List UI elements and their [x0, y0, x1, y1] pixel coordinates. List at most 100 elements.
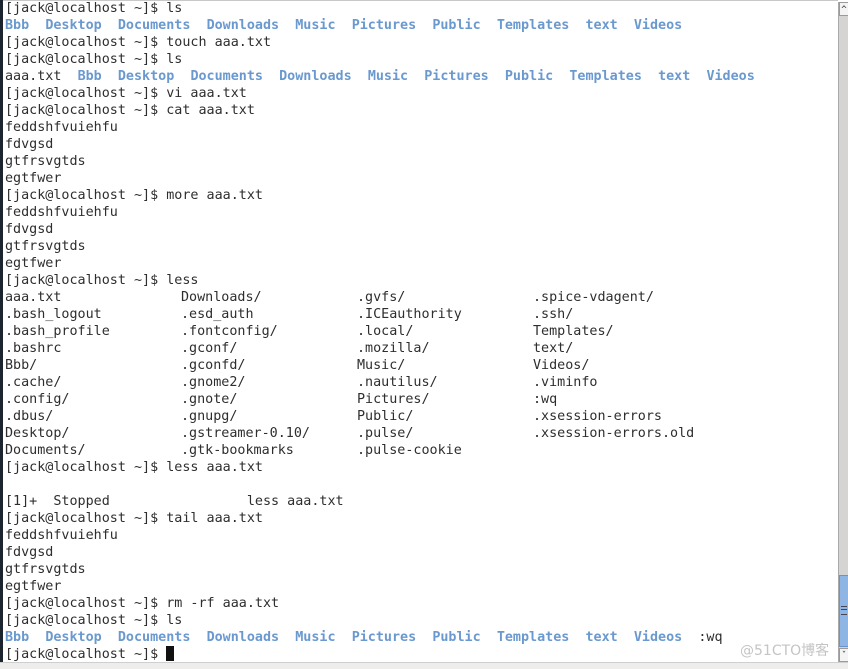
output-line: [1]+ Stopped less aaa.txt [5, 494, 344, 509]
shell-prompt: [jack@localhost ~]$ [5, 52, 167, 67]
directory-entry: Public [432, 18, 481, 33]
file-entry: Desktop/ [5, 426, 70, 441]
directory-entry: Bbb [77, 69, 102, 84]
terminal-output[interactable]: [jack@localhost ~]$ ls Bbb Desktop Docume… [5, 0, 835, 662]
file-entry: Music/ [357, 358, 406, 373]
directory-entry: Documents [117, 630, 191, 645]
file-entry: .spice-vdagent/ [533, 290, 654, 305]
file-entry: .bash_profile [5, 324, 110, 339]
file-entry: .xsession-errors [533, 409, 662, 424]
file-entry: .bash_logout [5, 307, 102, 322]
file-listing-row: .config/ .gnote/Pictures/:wq [5, 391, 835, 408]
shell-prompt: [jack@localhost ~]$ [5, 596, 167, 611]
directory-entry: text [585, 630, 618, 645]
command-line: [jack@localhost ~]$ touch aaa.txt [5, 34, 835, 51]
file-entry: .pulse/ [357, 426, 414, 441]
file-listing-row: Documents/ .gtk-bookmarks .pulse-cookie [5, 442, 835, 459]
shell-prompt: [jack@localhost ~]$ [5, 1, 167, 16]
directory-entry: Downloads [279, 69, 352, 84]
command-line: [jack@localhost ~]$ less aaa.txt [5, 459, 835, 476]
command-text: touch aaa.txt [166, 35, 272, 50]
output-line: fdvgsd [5, 545, 54, 560]
file-entry: Public/ [357, 409, 414, 424]
command-line: [jack@localhost ~]$ more aaa.txt [5, 187, 835, 204]
directory-entry: Bbb [5, 630, 30, 645]
shell-prompt: [jack@localhost ~]$ [5, 188, 167, 203]
directory-entry: Videos [706, 69, 755, 84]
file-entry: .esd_auth [181, 307, 254, 322]
shell-prompt: [jack@localhost ~]$ [5, 103, 167, 118]
file-entry: .viminfo [533, 375, 598, 390]
file-entry: .cache/ [5, 375, 62, 390]
file-entry: .gconfd/ [181, 358, 246, 373]
command-text: ls [166, 52, 183, 67]
file-listing-row: Bbb/ .gconfd/Music/Videos/ [5, 357, 835, 374]
shell-prompt: [jack@localhost ~]$ [5, 460, 167, 475]
command-line: [jack@localhost ~]$ tail aaa.txt [5, 510, 835, 527]
directory-entry: text [585, 18, 618, 33]
file-entry: :wq [533, 392, 558, 407]
directory-entry: Music [295, 630, 336, 645]
command-text: ls [166, 1, 183, 16]
directory-entry: Downloads [206, 630, 280, 645]
shell-prompt: [jack@localhost ~]$ [5, 273, 167, 288]
file-entry: .pulse-cookie [357, 443, 462, 458]
file-entry: .bashrc [5, 341, 62, 356]
file-entry: .fontconfig/ [181, 324, 278, 339]
output-line: egtfwer [5, 579, 62, 594]
shell-prompt: [jack@localhost ~]$ [5, 86, 167, 101]
output-line: gtfrsvgtds [5, 562, 86, 577]
file-listing-row: aaa.txt Downloads/ .gvfs/ .spice-vdagent/ [5, 289, 835, 306]
window-left-border [0, 0, 3, 662]
file-listing-row: .bashrc .gconf/ .mozilla/text/ [5, 340, 835, 357]
stray-text: :wq [698, 630, 723, 645]
file-listing-row: Desktop/ .gstreamer-0.10/ .pulse/ .xsession… [5, 425, 835, 442]
text-cursor[interactable] [166, 646, 175, 661]
command-text: rm -rf aaa.txt [166, 596, 280, 611]
vertical-scrollbar[interactable]: ^ ˇ [838, 2, 848, 662]
command-line: [jack@localhost ~]$ cat aaa.txt [5, 102, 835, 119]
shell-prompt: [jack@localhost ~]$ [5, 511, 167, 526]
directory-entry: Pictures [351, 18, 417, 33]
output-line: feddshfvuiehfu [5, 205, 118, 220]
file-entry: .nautilus/ [357, 375, 438, 390]
file-listing-row: .dbus/ .gnupg/Public/ .xsession-errors [5, 408, 835, 425]
file-entry: Documents/ [5, 443, 86, 458]
output-line: feddshfvuiehfu [5, 528, 118, 543]
command-text: less aaa.txt [166, 460, 263, 475]
file-listing-row: .bash_profile .fontconfig/ .local/Template… [5, 323, 835, 340]
file-entry: .gnome2/ [181, 375, 246, 390]
command-text: vi aaa.txt [166, 86, 247, 101]
chevron-up-icon[interactable]: ^ [839, 2, 848, 16]
directory-entry: Downloads [206, 18, 280, 33]
file-entry: aaa.txt [5, 69, 62, 84]
command-line: [jack@localhost ~]$ ls [5, 51, 835, 68]
shell-prompt: [jack@localhost ~]$ [5, 35, 167, 50]
command-text: ls [166, 613, 183, 628]
file-entry: aaa.txt [5, 290, 62, 305]
command-line: [jack@localhost ~]$ vi aaa.txt [5, 85, 835, 102]
ls-output-line: aaa.txt Bbb Desktop Documents Downloads … [5, 68, 835, 85]
directory-entry: Desktop [45, 630, 102, 645]
current-prompt-line: [jack@localhost ~]$ [5, 646, 835, 663]
file-entry: .gconf/ [181, 341, 238, 356]
directory-entry: Videos [633, 630, 683, 645]
file-entry: Templates/ [533, 324, 614, 339]
output-line: egtfwer [5, 171, 62, 186]
chevron-down-icon[interactable]: ˇ [839, 648, 848, 662]
scrollbar-thumb[interactable] [839, 575, 848, 647]
file-entry: Bbb/ [5, 358, 38, 373]
output-line: fdvgsd [5, 222, 54, 237]
command-line: [jack@localhost ~]$ ls [5, 612, 835, 629]
directory-entry: text [658, 69, 691, 84]
command-line: [jack@localhost ~]$ ls [5, 0, 835, 17]
command-text: more aaa.txt [166, 188, 263, 203]
file-entry: Videos/ [533, 358, 590, 373]
file-entry: .local/ [357, 324, 414, 339]
directory-entry: Desktop [117, 69, 175, 84]
directory-entry: Templates [569, 69, 642, 84]
command-text: less [166, 273, 199, 288]
grip-icon [841, 606, 847, 615]
file-entry: .gvfs/ [357, 290, 406, 305]
